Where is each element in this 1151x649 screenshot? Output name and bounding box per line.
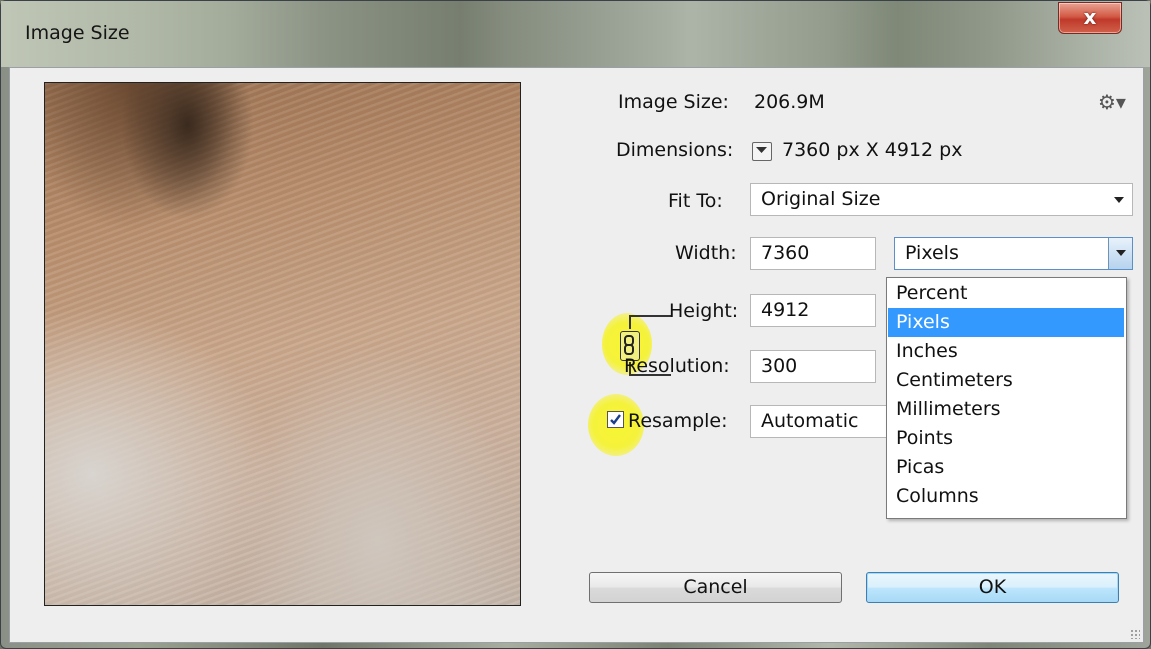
gear-icon[interactable]: ⚙▾ <box>1098 90 1126 114</box>
image-size-label: Image Size: <box>618 91 729 113</box>
unit-option-centimeters[interactable]: Centimeters <box>888 366 1124 395</box>
close-icon: x <box>1083 5 1097 29</box>
resample-value: Automatic <box>761 410 859 432</box>
dimensions-label: Dimensions: <box>616 139 734 161</box>
resample-label: Resample: <box>628 410 728 432</box>
chevron-down-icon <box>1116 250 1126 256</box>
title-bar[interactable]: Image Size x <box>1 1 1150 67</box>
resample-checkbox[interactable] <box>607 411 624 428</box>
image-preview[interactable] <box>44 82 521 606</box>
image-size-value: 206.9M <box>754 91 825 113</box>
resolution-label: Resolution: <box>624 355 730 377</box>
width-unit-select[interactable]: Pixels <box>894 237 1133 270</box>
resolution-input[interactable]: 300 <box>750 350 876 383</box>
dropdown-button[interactable] <box>1108 238 1132 269</box>
resample-select[interactable]: Automatic <box>750 405 900 438</box>
dialog-window: Image Size x Image Size: 206.9M ⚙▾ Dimen… <box>0 0 1151 649</box>
close-button[interactable]: x <box>1058 2 1122 34</box>
fit-to-label: Fit To: <box>668 190 723 212</box>
unit-option-millimeters[interactable]: Millimeters <box>888 395 1124 424</box>
unit-option-points[interactable]: Points <box>888 424 1124 453</box>
height-label: Height: <box>669 300 739 322</box>
fit-to-value: Original Size <box>761 188 881 210</box>
width-input[interactable]: 7360 <box>750 237 876 270</box>
resize-grip[interactable] <box>1130 629 1140 639</box>
cancel-button[interactable]: Cancel <box>589 572 842 603</box>
link-bracket-top <box>629 315 671 329</box>
unit-option-percent[interactable]: Percent <box>888 279 1124 308</box>
width-label: Width: <box>675 242 737 264</box>
dropdown-arrow-icon[interactable] <box>752 142 772 161</box>
unit-option-pixels[interactable]: Pixels <box>888 308 1124 337</box>
fit-to-select[interactable]: Original Size <box>750 183 1133 216</box>
ok-button[interactable]: OK <box>866 572 1119 603</box>
unit-option-columns[interactable]: Columns <box>888 482 1124 511</box>
dimensions-value: 7360 px X 4912 px <box>782 139 963 161</box>
dialog-body: Image Size: 206.9M ⚙▾ Dimensions: 7360 p… <box>9 67 1144 643</box>
height-input[interactable]: 4912 <box>750 294 876 327</box>
window-title: Image Size <box>25 22 130 44</box>
width-unit-value: Pixels <box>905 242 959 264</box>
unit-option-picas[interactable]: Picas <box>888 453 1124 482</box>
unit-option-inches[interactable]: Inches <box>888 337 1124 366</box>
unit-dropdown-list[interactable]: Percent Pixels Inches Centimeters Millim… <box>886 277 1127 519</box>
chevron-down-icon <box>1114 197 1124 203</box>
